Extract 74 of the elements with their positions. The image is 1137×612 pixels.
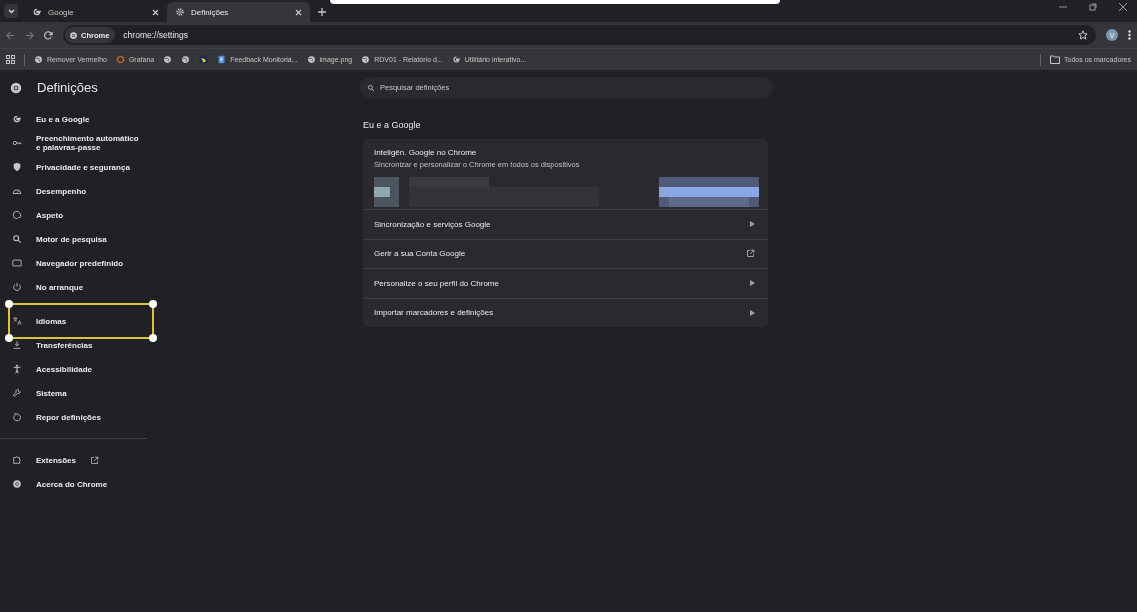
sidebar-item[interactable]: Extensões <box>0 448 147 472</box>
sidebar-item[interactable]: No arranque <box>0 275 147 299</box>
shield-icon <box>12 162 22 172</box>
reset-icon <box>12 412 22 422</box>
sidebar-item[interactable]: Desempenho <box>0 179 147 203</box>
chrome-icon <box>12 479 22 489</box>
forward-icon[interactable] <box>25 30 34 40</box>
search-icon <box>367 83 375 92</box>
browser-tab[interactable]: Definições <box>167 2 310 22</box>
caret-icon <box>750 309 755 316</box>
close-icon[interactable] <box>1119 3 1127 11</box>
sun-icon <box>115 55 125 64</box>
globe-icon <box>181 55 191 64</box>
sidebar-item[interactable]: Preenchimento automático e palavras-passe <box>0 131 147 155</box>
search-icon <box>12 234 22 244</box>
sidebar-item[interactable]: Privacidade e segurança <box>0 155 147 179</box>
minimize-icon[interactable] <box>1059 3 1067 11</box>
close-icon[interactable] <box>152 8 159 16</box>
puzzle-icon <box>12 455 22 465</box>
chrome-icon <box>9 80 23 95</box>
star-icon[interactable] <box>1078 30 1088 40</box>
menu-icon[interactable] <box>1128 30 1131 40</box>
google-icon <box>32 7 42 17</box>
settings-row[interactable]: Personalize o seu perfil do Chrome <box>363 268 768 298</box>
restore-icon[interactable] <box>1089 3 1097 11</box>
new-tab-icon[interactable] <box>318 8 326 16</box>
close-icon[interactable] <box>295 8 302 16</box>
gear-icon <box>175 7 185 17</box>
settings-row[interactable]: Sincronização e serviços Google <box>363 209 768 239</box>
browser-tab[interactable]: Google <box>24 2 167 22</box>
window-icon <box>12 258 22 268</box>
download-icon <box>12 340 22 350</box>
tab-search-button[interactable] <box>4 4 18 18</box>
power-icon <box>12 282 22 292</box>
sidebar-item[interactable]: Transferências <box>0 333 147 357</box>
chrome-icon <box>69 30 78 40</box>
google-icon <box>12 114 22 124</box>
sidebar-item[interactable]: Aspeto <box>0 203 147 227</box>
url-text: chrome://settings <box>123 30 190 40</box>
caret-icon <box>750 280 755 287</box>
globe-icon <box>361 55 371 64</box>
reload-icon[interactable] <box>44 30 53 40</box>
google-icon <box>451 55 461 64</box>
globe-icon <box>163 55 173 64</box>
settings-row[interactable]: Gerir a sua Conta Google <box>363 238 768 268</box>
gauge-icon <box>12 186 22 196</box>
palette-icon <box>12 210 22 220</box>
sidebar-item[interactable]: Acerca do Chrome <box>0 472 147 496</box>
wrench-icon <box>12 388 22 398</box>
person-icon <box>12 364 22 374</box>
sidebar-item[interactable]: Navegador predefinido <box>0 251 147 275</box>
globe-icon <box>34 55 43 64</box>
document-icon <box>217 55 227 64</box>
sidebar-item[interactable]: Acessibilidade <box>0 357 147 381</box>
hand-icon <box>199 55 209 64</box>
chevron-icon <box>7 8 15 14</box>
apps-icon[interactable] <box>6 55 15 64</box>
back-icon[interactable] <box>6 30 15 40</box>
folder-icon <box>1050 55 1061 64</box>
sidebar-item[interactable]: Idiomas <box>0 309 147 333</box>
card-title: Inteligên. Google no Chrome <box>374 148 478 157</box>
section-title: Eu e a Google <box>363 120 422 130</box>
settings-row[interactable]: Importar marcadores e definições <box>363 297 768 327</box>
sidebar-item[interactable]: Eu e a Google <box>0 107 147 131</box>
sidebar-item[interactable]: Motor de pesquisa <box>0 227 147 251</box>
external-link-icon <box>746 249 755 259</box>
key-icon <box>12 138 22 148</box>
selection-rectangle[interactable] <box>8 303 154 339</box>
caret-icon <box>750 221 755 228</box>
translate-icon <box>12 316 22 326</box>
globe-icon <box>306 55 316 64</box>
sidebar-item[interactable]: Sistema <box>0 381 147 405</box>
sidebar-item[interactable]: Repor definições <box>0 405 147 429</box>
page-title: Definições <box>37 80 98 95</box>
